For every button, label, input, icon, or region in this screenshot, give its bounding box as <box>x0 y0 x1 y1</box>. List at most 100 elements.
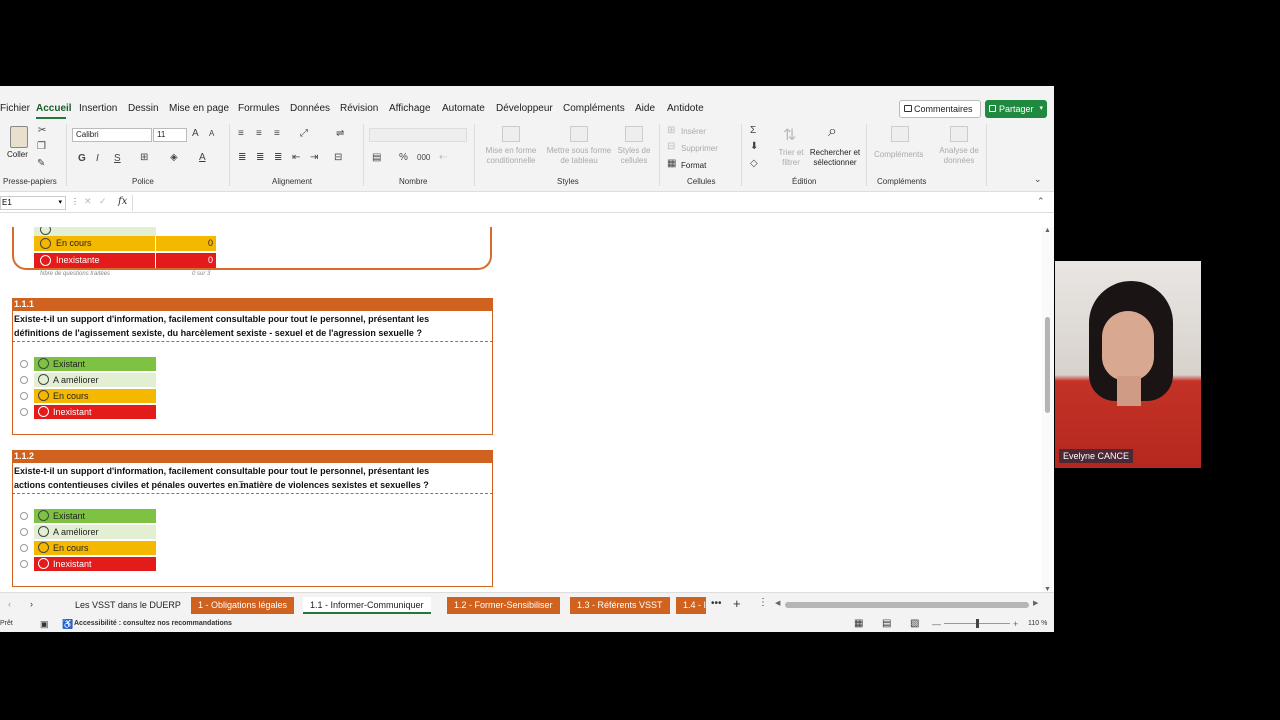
scroll-right-icon[interactable]: ▶ <box>1033 599 1038 607</box>
align-center-icon[interactable]: ≣ <box>256 152 264 163</box>
decrease-font-icon[interactable]: A <box>209 129 214 138</box>
format-cells-icon[interactable]: ▦ <box>667 158 676 169</box>
option-inexistant[interactable]: Inexistant <box>34 557 156 571</box>
decrease-indent-icon[interactable]: ⇤ <box>292 152 300 163</box>
radio-en-cours[interactable] <box>20 392 28 400</box>
next-sheet-icon[interactable]: › <box>30 599 33 609</box>
delete-cells-button[interactable]: Supprimer <box>681 144 718 153</box>
tab-partial[interactable]: 1.4 - I <box>676 597 706 614</box>
find-icon[interactable]: ⌕ <box>828 123 837 141</box>
cell-styles-button[interactable]: Styles de cellules <box>614 146 654 166</box>
accounting-format-icon[interactable]: ▤ <box>372 152 381 163</box>
align-bottom-icon[interactable]: ≡ <box>274 128 280 139</box>
vertical-scroll-thumb[interactable] <box>1045 317 1050 413</box>
option-existant[interactable]: Existant <box>34 357 156 371</box>
align-left-icon[interactable]: ≣ <box>238 152 246 163</box>
more-options-icon[interactable]: ⋮ <box>71 197 79 206</box>
worksheet-grid[interactable]: En cours 0 Inexistante 0 Nbre de questio… <box>0 227 1042 587</box>
cut-icon[interactable]: ✂ <box>38 125 46 136</box>
option-existant[interactable]: Existant <box>34 509 156 523</box>
radio-existant[interactable] <box>20 360 28 368</box>
bold-icon[interactable]: G <box>78 153 86 164</box>
borders-icon[interactable]: ⊞ <box>140 152 148 163</box>
tabs-menu-icon[interactable]: ⋮ <box>758 597 768 608</box>
tab-vsst-duerp[interactable]: Les VSST dans le DUERP <box>68 597 188 614</box>
addins-button[interactable]: Compléments <box>874 150 923 159</box>
menu-formules[interactable]: Formules <box>238 103 280 114</box>
cancel-icon[interactable]: ✕ <box>84 196 92 207</box>
scroll-left-icon[interactable]: ◀ <box>775 599 780 607</box>
addins-icon[interactable] <box>891 126 909 142</box>
find-select-button[interactable]: Rechercher et sélectionner <box>808 148 862 168</box>
radio-inexistant[interactable] <box>20 408 28 416</box>
copy-icon[interactable]: ❐ <box>37 141 46 152</box>
delete-cells-icon[interactable]: ⊟ <box>667 141 675 152</box>
expand-formula-icon[interactable]: ⌃ <box>1037 196 1045 207</box>
sort-filter-icon[interactable]: ⇅ <box>783 125 796 145</box>
conditional-format-button[interactable]: Mise en forme conditionnelle <box>484 146 538 166</box>
confirm-icon[interactable]: ✓ <box>99 196 107 207</box>
format-as-table-icon[interactable] <box>570 126 588 142</box>
radio-a-ameliorer[interactable] <box>20 376 28 384</box>
radio-a-ameliorer[interactable] <box>20 528 28 536</box>
sort-filter-button[interactable]: Trier et filtrer <box>775 148 807 168</box>
menu-donnees[interactable]: Données <box>290 103 330 114</box>
vertical-scrollbar[interactable]: ▲ ▼ <box>1042 227 1054 593</box>
menu-insertion[interactable]: Insertion <box>79 103 117 114</box>
radio-en-cours[interactable] <box>20 544 28 552</box>
normal-view-icon[interactable]: ▦ <box>854 616 863 632</box>
wrap-text-icon[interactable]: ⇌ <box>336 128 344 139</box>
increase-font-icon[interactable]: A <box>192 128 199 139</box>
menu-aide[interactable]: Aide <box>635 103 655 114</box>
menu-accueil[interactable]: Accueil <box>36 103 72 114</box>
increase-indent-icon[interactable]: ⇥ <box>310 152 318 163</box>
tab-obligations-legales[interactable]: 1 - Obligations légales <box>191 597 295 614</box>
share-button[interactable]: Partager ▾ <box>985 100 1047 118</box>
option-a-ameliorer[interactable]: A améliorer <box>34 373 156 387</box>
radio-existant[interactable] <box>20 512 28 520</box>
font-size-select[interactable]: 11 <box>153 128 187 142</box>
paste-label[interactable]: Coller <box>7 150 28 159</box>
clear-icon[interactable]: ◇ <box>750 158 758 169</box>
tab-former-sensibiliser[interactable]: 1.2 - Former-Sensibiliser <box>447 597 560 614</box>
menu-antidote[interactable]: Antidote <box>667 103 704 114</box>
insert-function-icon[interactable]: fx <box>118 196 127 207</box>
analyze-data-button[interactable]: Analyse de données <box>937 146 981 166</box>
radio-inexistant[interactable] <box>20 560 28 568</box>
conditional-format-icon[interactable] <box>502 126 520 142</box>
menu-developpeur[interactable]: Développeur <box>496 103 553 114</box>
option-en-cours[interactable]: En cours <box>34 389 156 403</box>
option-a-ameliorer[interactable]: A améliorer <box>34 525 156 539</box>
accessibility-icon[interactable]: ♿ <box>62 616 73 632</box>
orientation-icon[interactable]: ⤢ <box>300 128 308 139</box>
autosum-icon[interactable]: Σ <box>750 125 756 136</box>
cell-styles-icon[interactable] <box>625 126 643 142</box>
analyze-data-icon[interactable] <box>950 126 968 142</box>
menu-dessin[interactable]: Dessin <box>128 103 159 114</box>
format-painter-icon[interactable]: ✎ <box>37 158 45 169</box>
more-tabs-icon[interactable]: ••• <box>711 598 722 609</box>
zoom-level[interactable]: 110 % <box>1028 616 1047 632</box>
align-top-icon[interactable]: ≡ <box>238 128 244 139</box>
option-inexistant[interactable]: Inexistant <box>34 405 156 419</box>
merge-cells-icon[interactable]: ⊟ <box>334 152 342 163</box>
italic-icon[interactable]: I <box>96 153 99 164</box>
fill-color-icon[interactable]: ◈ <box>170 152 178 163</box>
format-cells-button[interactable]: Format <box>681 161 706 170</box>
align-right-icon[interactable]: ≣ <box>274 152 282 163</box>
number-format-select[interactable] <box>369 128 467 142</box>
menu-automate[interactable]: Automate <box>442 103 485 114</box>
menu-fichier[interactable]: Fichier <box>0 103 30 114</box>
accessibility-status[interactable]: Accessibilité : consultez nos recommanda… <box>74 616 232 632</box>
menu-complements[interactable]: Compléments <box>563 103 625 114</box>
add-sheet-icon[interactable]: + <box>733 596 741 611</box>
tab-referents-vsst[interactable]: 1.3 - Référents VSST <box>570 597 670 614</box>
insert-cells-button[interactable]: Insérer <box>681 127 706 136</box>
format-as-table-button[interactable]: Mettre sous forme de tableau <box>544 146 614 166</box>
menu-revision[interactable]: Révision <box>340 103 378 114</box>
option-en-cours[interactable]: En cours <box>34 541 156 555</box>
formula-input[interactable] <box>136 196 1026 210</box>
paste-icon[interactable] <box>10 126 28 148</box>
prev-sheet-icon[interactable]: ‹ <box>8 599 11 609</box>
menu-affichage[interactable]: Affichage <box>389 103 431 114</box>
